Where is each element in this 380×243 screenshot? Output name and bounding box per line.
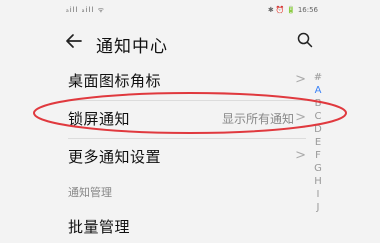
lock-screen-notification-row[interactable]: 锁屏通知 显示所有通知 > <box>0 100 380 138</box>
index-letter-active[interactable]: A <box>313 84 323 97</box>
arrow-left-icon[interactable] <box>65 32 83 50</box>
search-icon[interactable] <box>297 32 313 48</box>
index-letter[interactable]: E <box>313 136 323 149</box>
row-label: 批量管理 <box>68 218 131 236</box>
index-letter[interactable]: I <box>313 188 323 201</box>
index-letter[interactable]: B <box>313 97 323 110</box>
more-notification-settings-row[interactable]: 更多通知设置 > <box>0 138 380 176</box>
row-label: 桌面图标角标 <box>68 72 162 90</box>
chevron-right-icon: > <box>295 110 306 125</box>
alphabet-index[interactable]: # A B C D E F G H I J <box>313 71 323 214</box>
desktop-icon-badge-row[interactable]: 桌面图标角标 > <box>0 62 380 100</box>
row-label: 更多通知设置 <box>68 148 162 166</box>
status-right-info: ✱ ⏰ 🔋 16:56 <box>267 6 318 14</box>
index-letter[interactable]: C <box>313 110 323 123</box>
index-letter[interactable]: F <box>313 149 323 162</box>
index-letter[interactable]: G <box>313 162 323 175</box>
chevron-right-icon: > <box>295 148 306 163</box>
signal-indicators: ₐill ₐill ᯤ <box>66 6 105 14</box>
row-label: 锁屏通知 <box>68 110 131 128</box>
chevron-right-icon: > <box>295 72 306 87</box>
index-letter[interactable]: D <box>313 123 323 136</box>
app-bar: 通知中心 <box>0 22 380 62</box>
page-title: 通知中心 <box>96 37 168 57</box>
notification-center-screen: ₐill ₐill ᯤ ✱ ⏰ 🔋 16:56 通知中心 桌面图标角标 > 锁屏… <box>0 0 380 243</box>
batch-management-row[interactable]: 批量管理 <box>0 212 380 243</box>
section-title: 通知管理 <box>68 186 112 199</box>
index-letter[interactable]: # <box>313 71 323 84</box>
row-value: 显示所有通知 <box>221 112 294 126</box>
status-bar: ₐill ₐill ᯤ ✱ ⏰ 🔋 16:56 <box>0 0 380 20</box>
index-letter[interactable]: H <box>313 175 323 188</box>
index-letter[interactable]: J <box>313 201 323 214</box>
